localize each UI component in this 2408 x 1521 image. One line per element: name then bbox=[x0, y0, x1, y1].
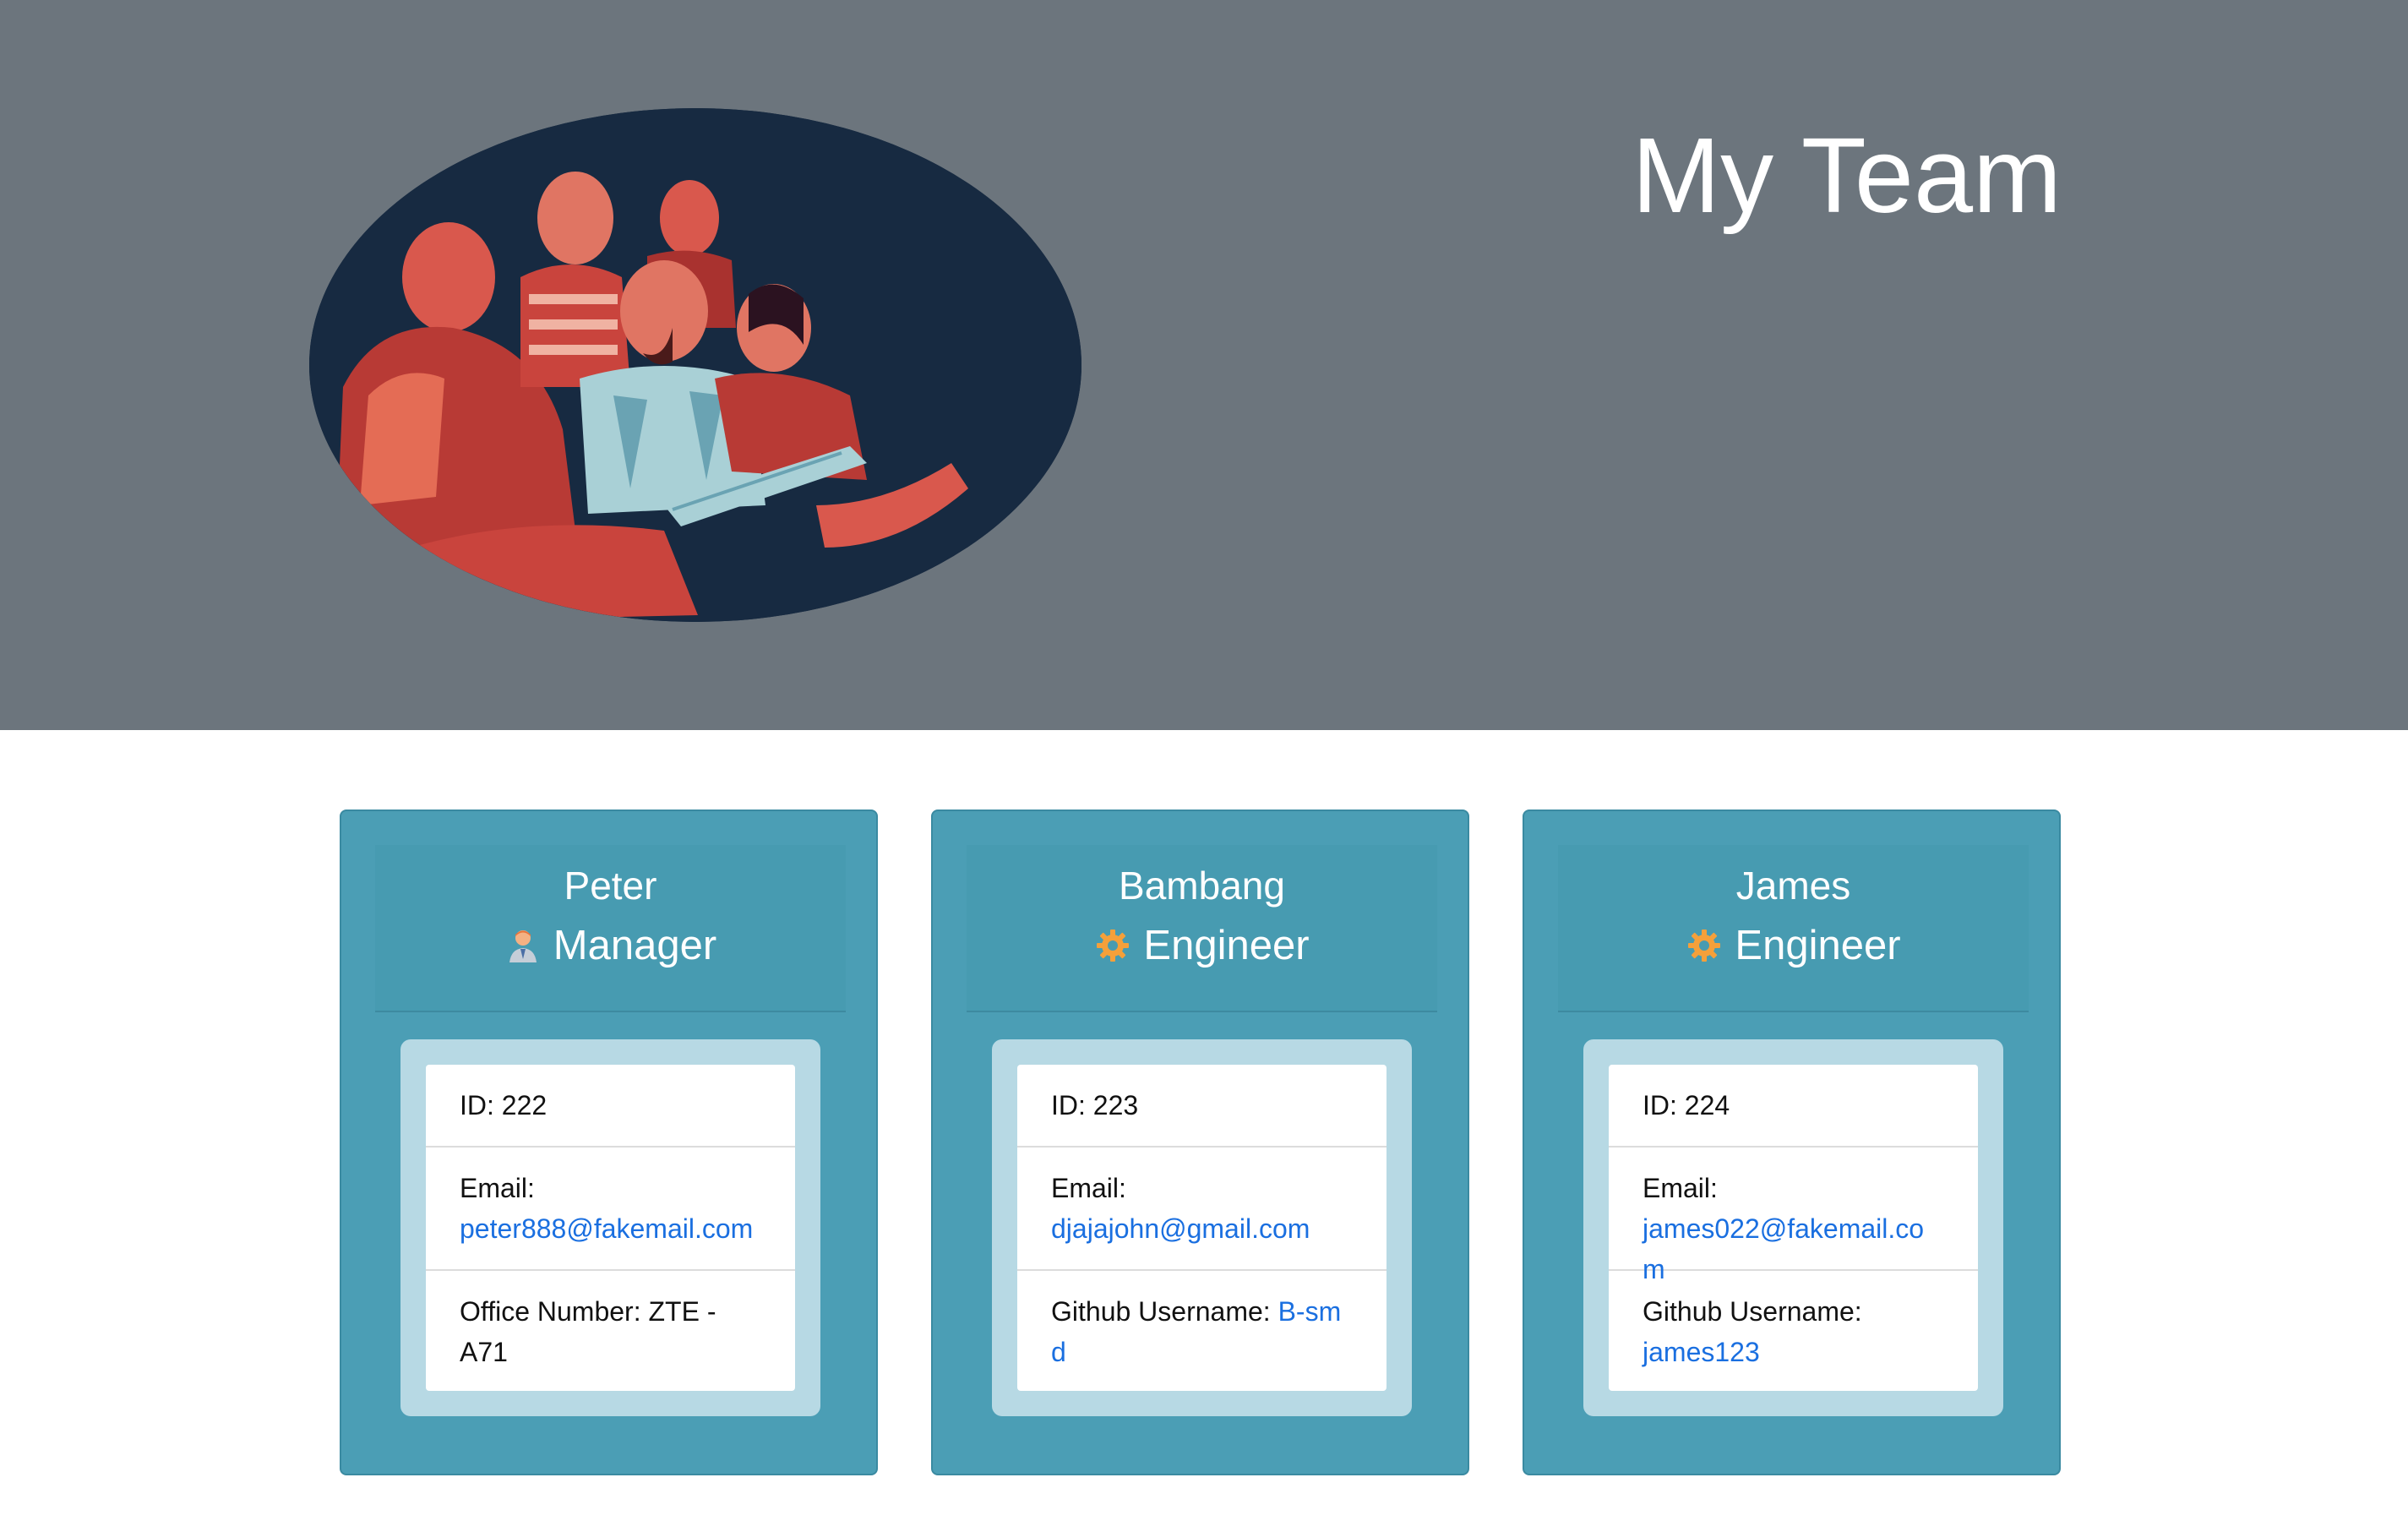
email-label: Email: bbox=[1643, 1173, 1718, 1203]
email-label: Email: bbox=[1051, 1173, 1126, 1203]
employee-card-bambang: Bambang Engineer ID: 223 Email: djajajoh… bbox=[931, 810, 1469, 1475]
employee-card-james: James Engineer ID: 224 Email: james022@f… bbox=[1523, 810, 2061, 1475]
card-body: ID: 224 Email: james022@fakemail.com Git… bbox=[1583, 1039, 2003, 1416]
employee-card-peter: Peter Manager ID: 222 Email: peter888@fa… bbox=[340, 810, 878, 1475]
team-photo bbox=[309, 108, 1081, 622]
employee-id: ID: 223 bbox=[1017, 1065, 1387, 1148]
employee-name: James bbox=[1735, 864, 1851, 908]
employee-role: Engineer bbox=[1558, 916, 2029, 975]
employee-name: Peter bbox=[564, 864, 657, 908]
info-list: ID: 222 Email: peter888@fakemail.com Off… bbox=[426, 1065, 795, 1391]
role-label: Manager bbox=[553, 923, 717, 968]
hero-banner: My Team bbox=[0, 0, 2408, 730]
employee-name: Bambang bbox=[1119, 864, 1285, 908]
employee-role: Engineer bbox=[967, 916, 1437, 975]
employee-id: ID: 222 bbox=[426, 1065, 795, 1148]
page-title: My Team bbox=[1632, 116, 2062, 235]
employee-email-row: Email: peter888@fakemail.com bbox=[426, 1148, 795, 1271]
gear-icon bbox=[1686, 927, 1723, 964]
github-label: Github Username: bbox=[1051, 1296, 1271, 1327]
card-body: ID: 222 Email: peter888@fakemail.com Off… bbox=[400, 1039, 820, 1416]
role-label: Engineer bbox=[1735, 923, 1901, 968]
gear-icon bbox=[1094, 927, 1131, 964]
role-label: Engineer bbox=[1143, 923, 1310, 968]
email-link[interactable]: djajajohn@gmail.com bbox=[1051, 1213, 1310, 1244]
manager-icon bbox=[504, 927, 542, 964]
card-header: Bambang Engineer bbox=[967, 845, 1437, 1012]
office-number: Office Number: ZTE - A71 bbox=[460, 1296, 716, 1367]
github-link[interactable]: james123 bbox=[1643, 1337, 1760, 1367]
info-list: ID: 223 Email: djajajohn@gmail.com Githu… bbox=[1017, 1065, 1387, 1391]
email-link[interactable]: peter888@fakemail.com bbox=[460, 1213, 753, 1244]
card-body: ID: 223 Email: djajajohn@gmail.com Githu… bbox=[992, 1039, 1412, 1416]
github-label: Github Username: bbox=[1643, 1296, 1862, 1327]
email-label: Email: bbox=[460, 1173, 535, 1203]
info-list: ID: 224 Email: james022@fakemail.com Git… bbox=[1609, 1065, 1978, 1391]
github-row: Github Username: B-smd bbox=[1017, 1271, 1387, 1389]
card-header: Peter Manager bbox=[375, 845, 846, 1012]
employee-role: Manager bbox=[375, 916, 846, 975]
employee-email-row: Email: james022@fakemail.com bbox=[1609, 1148, 1978, 1284]
card-header: James Engineer bbox=[1558, 845, 2029, 1012]
employee-id: ID: 224 bbox=[1609, 1065, 1978, 1148]
employee-email-row: Email: djajajohn@gmail.com bbox=[1017, 1148, 1387, 1271]
